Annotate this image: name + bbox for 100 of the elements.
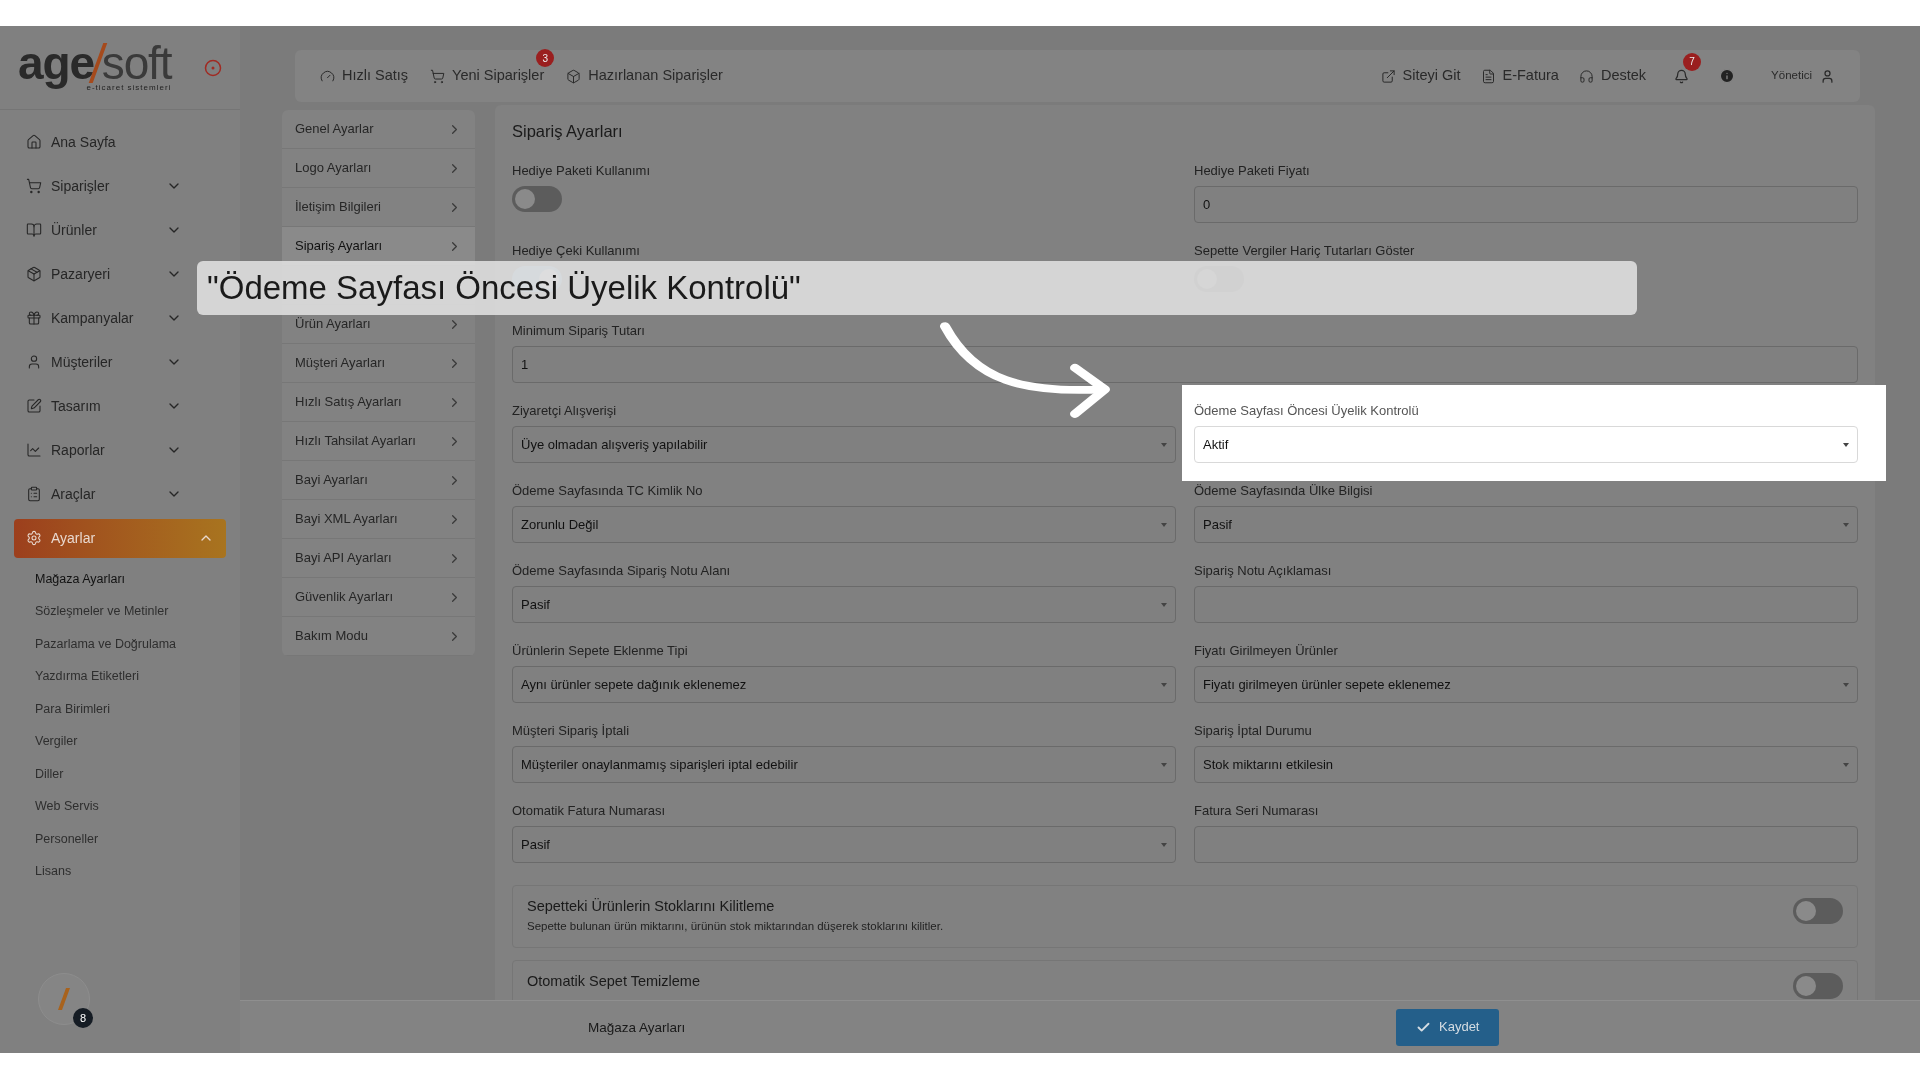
count-badge: 3	[536, 49, 555, 68]
gauge-icon	[320, 68, 335, 84]
select-field[interactable]: Pasif	[512, 586, 1176, 623]
field-label: Sipariş İptal Durumu	[1194, 723, 1313, 739]
select-field[interactable]: Aynı ürünler sepete dağınık eklenemez	[512, 666, 1176, 703]
select-field[interactable]: Zorunlu Değil	[512, 506, 1176, 543]
target-icon[interactable]	[204, 58, 222, 77]
sidebar-item[interactable]: Müşteriler	[14, 349, 194, 375]
settings-menu-item[interactable]: Logo Ayarları	[282, 149, 475, 188]
sidebar-item[interactable]: Tasarım	[14, 393, 194, 419]
switch-description: Sepette bulunan ürün miktarını, ürünün stok miktarından düşerek stoklarını kilitler.	[527, 919, 944, 934]
sidebar-subitem[interactable]: Para Birimleri	[35, 693, 226, 726]
caret-icon	[1161, 762, 1167, 767]
sidebar-item[interactable]: Siparişler	[14, 173, 194, 199]
caret-icon	[1843, 522, 1849, 527]
field-label: Ödeme Sayfası Öncesi Üyelik Kontrolü	[1194, 403, 1420, 419]
settings-menu-item[interactable]: Bayi Ayarları	[282, 461, 475, 500]
field-label: Müşteri Sipariş İptali	[512, 723, 631, 739]
gift-icon	[26, 310, 42, 326]
top-bar-link[interactable]: E-Fatura	[1480, 65, 1559, 87]
avatar[interactable]: 8	[38, 973, 90, 1025]
field-label: Ödeme Sayfasında TC Kimlik No	[512, 483, 704, 499]
field-label: Ürünlerin Sepete Eklenme Tipi	[512, 643, 689, 659]
field-label: Hediye Paketi Kullanımı	[512, 163, 651, 179]
text-field[interactable]: 0	[1194, 186, 1858, 223]
toggle-switch[interactable]	[512, 186, 562, 212]
sidebar-item[interactable]: Kampanyalar	[14, 305, 194, 331]
caret-icon	[1843, 762, 1849, 767]
breadcrumb: Mağaza Ayarları	[588, 1020, 686, 1035]
switch-title: Sepetteki Ürünlerin Stoklarını Kilitleme	[527, 898, 776, 915]
toggle-switch[interactable]	[1793, 973, 1843, 1000]
sidebar-subitem[interactable]: Sözleşmeler ve Metinler	[35, 595, 226, 628]
top-bar-link[interactable]: Yeni Siparişler	[430, 65, 545, 87]
user-icon	[1820, 68, 1835, 84]
select-field[interactable]: Pasif	[512, 826, 1176, 863]
sidebar-item[interactable]: Ana Sayfa	[14, 129, 194, 155]
sidebar-item[interactable]: Ürünler	[14, 217, 194, 243]
field-label: Sepette Vergiler Hariç Tutarları Göster	[1194, 243, 1416, 259]
settings-menu-item[interactable]: Bayi API Ayarları	[282, 539, 475, 578]
caret-icon	[1843, 682, 1849, 687]
clipboard-icon	[26, 486, 42, 502]
toggle-switch[interactable]	[1793, 898, 1843, 924]
field-label: Hediye Çeki Kullanımı	[512, 243, 641, 259]
select-field[interactable]: Aktif	[1194, 426, 1858, 463]
field-label: Otomatik Fatura Numarası	[512, 803, 667, 819]
count-badge: 7	[1683, 52, 1702, 71]
sidebar-subitem[interactable]: Lisans	[35, 855, 226, 888]
sidebar-item[interactable]: Raporlar	[14, 437, 194, 463]
settings-icon	[26, 530, 42, 546]
field-label: Fatura Seri Numarası	[1194, 803, 1320, 819]
sidebar-subitem[interactable]: Personeller	[35, 823, 226, 856]
select-field[interactable]: Müşteriler onaylanmamış siparişleri iptal edebilir	[512, 746, 1176, 783]
settings-menu-item[interactable]: Bayi XML Ayarları	[282, 500, 475, 539]
settings-menu-item[interactable]: Genel Ayarlar	[282, 110, 475, 149]
sidebar-subitem[interactable]: Yazdırma Etiketleri	[35, 660, 226, 693]
cart-icon	[26, 178, 42, 194]
cart-icon	[430, 68, 446, 84]
top-bar-link[interactable]: Hazırlanan Siparişler	[566, 65, 723, 87]
card-title: Sipariş Ayarları	[512, 121, 624, 141]
sidebar-subitem[interactable]: Mağaza Ayarları	[35, 563, 226, 596]
select-field[interactable]: Üye olmadan alışveriş yapılabilir	[512, 426, 1176, 463]
document-icon	[1480, 68, 1496, 84]
select-field[interactable]: Pasif	[1194, 506, 1858, 543]
text-field[interactable]: 1	[512, 346, 1858, 383]
top-bar-link[interactable]: Hızlı Satış	[320, 65, 409, 87]
sidebar-subitem[interactable]: Vergiler	[35, 725, 226, 758]
sidebar-subitem[interactable]: Diller	[35, 758, 226, 791]
caret-icon	[1161, 682, 1167, 687]
sidebar-item[interactable]: Pazaryeri	[14, 261, 194, 287]
field-label: Sipariş Notu Açıklaması	[1194, 563, 1333, 579]
box-icon	[566, 68, 582, 84]
sidebar-subitem[interactable]: Pazarlama ve Doğrulama	[35, 628, 226, 661]
caret-icon	[1161, 602, 1167, 607]
sidebar-subitem[interactable]: Web Servis	[35, 790, 226, 823]
book-icon	[26, 222, 42, 238]
save-button[interactable]: Kaydet	[1396, 1008, 1500, 1046]
settings-menu-item[interactable]: Hızlı Tahsilat Ayarları	[282, 422, 475, 461]
chart-icon	[26, 442, 42, 458]
user-icon	[26, 354, 42, 370]
info-icon[interactable]	[1719, 68, 1736, 84]
field-label: Ziyaretçi Alışverişi	[512, 403, 618, 419]
select-field[interactable]: Fiyatı girilmeyen ürünler sepete eklenemez	[1194, 666, 1858, 703]
top-bar-link[interactable]: Destek	[1578, 65, 1647, 87]
caret-icon	[1161, 842, 1167, 847]
home-icon	[26, 134, 42, 150]
settings-menu-item[interactable]: Güvenlik Ayarları	[282, 578, 475, 617]
caret-icon	[1161, 522, 1167, 527]
user-menu[interactable]: Yönetici	[1771, 67, 1835, 85]
field-label: Ödeme Sayfasında Ülke Bilgisi	[1194, 483, 1374, 499]
select-field[interactable]: Stok miktarını etkilesin	[1194, 746, 1858, 783]
caret-icon	[1843, 442, 1849, 447]
headset-icon	[1578, 68, 1594, 84]
field-label: Hediye Paketi Fiyatı	[1194, 163, 1311, 179]
sidebar-item[interactable]: Araçlar	[14, 481, 194, 507]
settings-menu-item[interactable]: Müşteri Ayarları	[282, 344, 475, 383]
notification-icon[interactable]	[1674, 68, 1690, 84]
settings-menu-item[interactable]: Bakım Modu	[282, 617, 475, 656]
settings-menu-item[interactable]: Hızlı Satış Ayarları	[282, 383, 475, 422]
sidebar-item[interactable]: Ayarlar	[14, 518, 226, 558]
top-bar-link[interactable]: Siteyi Git	[1380, 65, 1461, 87]
